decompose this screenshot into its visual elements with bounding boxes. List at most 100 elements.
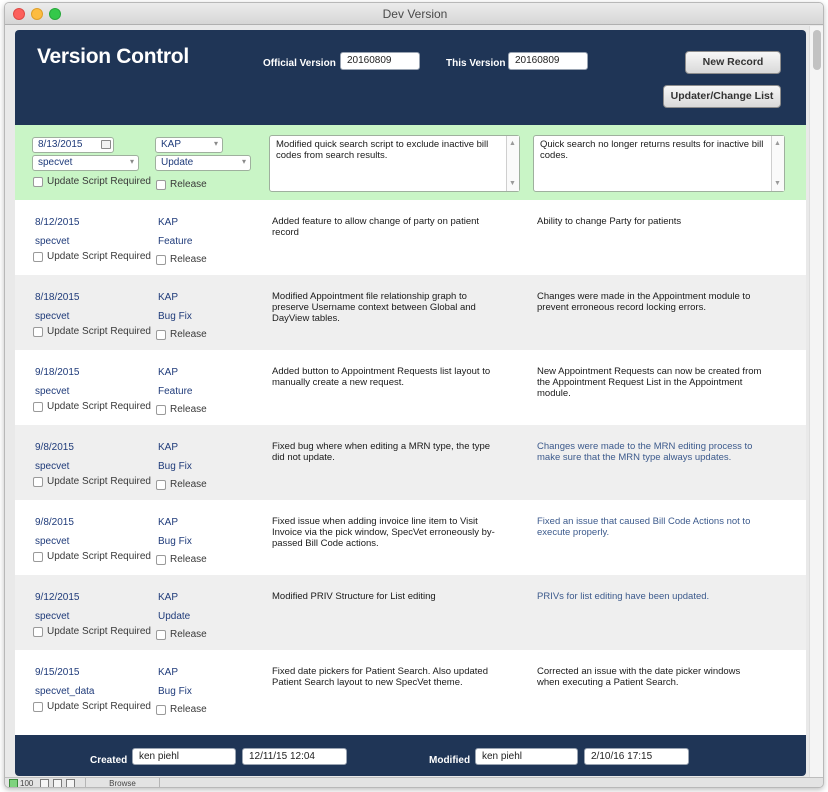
release-checkbox[interactable]: Release — [156, 329, 207, 340]
release-checkbox[interactable]: Release — [156, 179, 207, 190]
zoom-level[interactable]: 100 — [20, 779, 33, 787]
release-checkbox[interactable]: Release — [156, 404, 207, 415]
record-date[interactable]: 8/12/2015 — [35, 217, 80, 228]
record-row[interactable]: 8/18/2015 KAP specvet Bug Fix Update Scr… — [15, 275, 806, 350]
checkbox-icon[interactable] — [156, 479, 166, 490]
release-checkbox[interactable]: Release — [156, 554, 207, 565]
window-scrollbar[interactable] — [809, 26, 823, 778]
record-initials[interactable]: KAP — [158, 367, 178, 378]
update-script-checkbox[interactable]: Update Script Required — [33, 326, 151, 337]
record-initials[interactable]: KAP — [158, 442, 178, 453]
calendar-icon[interactable] — [101, 140, 111, 149]
record-release-note[interactable]: PRIVs for list editing have been updated… — [537, 591, 765, 602]
record-release-note[interactable]: New Appointment Requests can now be crea… — [537, 366, 765, 399]
update-script-checkbox[interactable]: Update Script Required — [33, 251, 151, 262]
checkbox-icon[interactable] — [33, 551, 43, 562]
release-note-textarea[interactable]: Quick search no longer returns results f… — [533, 135, 785, 192]
modified-at-field[interactable]: 2/10/16 17:15 — [584, 748, 689, 765]
type-select[interactable]: Update ▾ — [155, 155, 251, 171]
formatting-bar-icon[interactable] — [66, 779, 75, 787]
record-date[interactable]: 9/12/2015 — [35, 592, 80, 603]
checkbox-icon[interactable] — [156, 554, 166, 565]
checkbox-icon[interactable] — [33, 176, 43, 187]
release-checkbox[interactable]: Release — [156, 704, 207, 715]
record-type[interactable]: Bug Fix — [158, 536, 192, 547]
record-type[interactable]: Bug Fix — [158, 311, 192, 322]
lock-icon[interactable] — [9, 779, 18, 787]
this-version-field[interactable]: 20160809 — [508, 52, 588, 70]
record-type[interactable]: Feature — [158, 236, 192, 247]
record-type[interactable]: Bug Fix — [158, 686, 192, 697]
record-type[interactable]: Feature — [158, 386, 192, 397]
release-checkbox[interactable]: Release — [156, 629, 207, 640]
checkbox-icon[interactable] — [156, 629, 166, 640]
zoom-menu-icon[interactable] — [40, 779, 49, 787]
checkbox-icon[interactable] — [156, 404, 166, 415]
record-date[interactable]: 8/18/2015 — [35, 292, 80, 303]
record-row[interactable]: 9/8/2015 KAP specvet Bug Fix Update Scri… — [15, 500, 806, 575]
record-date[interactable]: 9/8/2015 — [35, 517, 74, 528]
record-description[interactable]: Added button to Appointment Requests lis… — [272, 366, 500, 388]
record-date[interactable]: 9/18/2015 — [35, 367, 80, 378]
release-checkbox[interactable]: Release — [156, 254, 207, 265]
record-initials[interactable]: KAP — [158, 292, 178, 303]
record-description[interactable]: Fixed date pickers for Patient Search. A… — [272, 666, 500, 688]
record-date[interactable]: 9/8/2015 — [35, 442, 74, 453]
record-description[interactable]: Modified PRIV Structure for List editing — [272, 591, 500, 602]
checkbox-icon[interactable] — [33, 251, 43, 262]
record-initials[interactable]: KAP — [158, 667, 178, 678]
release-checkbox[interactable]: Release — [156, 479, 207, 490]
scroll-down-icon[interactable]: ▼ — [774, 178, 781, 189]
update-script-checkbox[interactable]: Update Script Required — [33, 401, 151, 412]
record-user[interactable]: specvet — [35, 386, 69, 397]
created-at-field[interactable]: 12/11/15 12:04 — [242, 748, 347, 765]
record-user[interactable]: specvet_data — [35, 686, 95, 697]
record-description[interactable]: Added feature to allow change of party o… — [272, 216, 500, 238]
textarea-scrollbar[interactable]: ▲ ▼ — [771, 136, 784, 191]
active-record-row[interactable]: 8/13/2015 KAP ▾ specvet ▾ Update ▾ Updat… — [15, 125, 806, 200]
update-script-checkbox[interactable]: Update Script Required — [33, 176, 151, 187]
record-release-note[interactable]: Fixed an issue that caused Bill Code Act… — [537, 516, 765, 538]
record-user[interactable]: specvet — [35, 236, 69, 247]
user-select[interactable]: specvet ▾ — [32, 155, 139, 171]
mode-indicator[interactable]: Browse — [85, 778, 160, 787]
official-version-field[interactable]: 20160809 — [340, 52, 420, 70]
scroll-up-icon[interactable]: ▲ — [774, 138, 781, 149]
record-row[interactable]: 9/18/2015 KAP specvet Feature Update Scr… — [15, 350, 806, 425]
record-release-note[interactable]: Corrected an issue with the date picker … — [537, 666, 765, 688]
update-script-checkbox[interactable]: Update Script Required — [33, 701, 151, 712]
record-date[interactable]: 9/15/2015 — [35, 667, 80, 678]
record-user[interactable]: specvet — [35, 536, 69, 547]
record-type[interactable]: Update — [158, 611, 190, 622]
change-list-button[interactable]: Updater/Change List — [663, 85, 781, 108]
date-field[interactable]: 8/13/2015 — [32, 137, 114, 153]
record-row[interactable]: 8/12/2015 KAP specvet Feature Update Scr… — [15, 200, 806, 275]
record-row[interactable]: 9/12/2015 KAP specvet Update Update Scri… — [15, 575, 806, 650]
created-by-field[interactable]: ken piehl — [132, 748, 236, 765]
record-description[interactable]: Fixed issue when adding invoice line ite… — [272, 516, 500, 549]
toolbar-toggle-icon[interactable] — [53, 779, 62, 787]
record-user[interactable]: specvet — [35, 461, 69, 472]
record-initials[interactable]: KAP — [158, 517, 178, 528]
initials-select[interactable]: KAP ▾ — [155, 137, 223, 153]
textarea-scrollbar[interactable]: ▲ ▼ — [506, 136, 519, 191]
checkbox-icon[interactable] — [33, 701, 43, 712]
scrollbar-thumb[interactable] — [813, 30, 821, 70]
record-row[interactable]: 9/15/2015 KAP specvet_data Bug Fix Updat… — [15, 650, 806, 725]
checkbox-icon[interactable] — [156, 704, 166, 715]
update-script-checkbox[interactable]: Update Script Required — [33, 551, 151, 562]
record-type[interactable]: Bug Fix — [158, 461, 192, 472]
record-release-note[interactable]: Changes were made to the MRN editing pro… — [537, 441, 765, 463]
record-initials[interactable]: KAP — [158, 592, 178, 603]
record-initials[interactable]: KAP — [158, 217, 178, 228]
scroll-up-icon[interactable]: ▲ — [509, 138, 516, 149]
description-textarea[interactable]: Modified quick search script to exclude … — [269, 135, 520, 192]
checkbox-icon[interactable] — [33, 326, 43, 337]
checkbox-icon[interactable] — [156, 179, 166, 190]
record-description[interactable]: Modified Appointment file relationship g… — [272, 291, 500, 324]
checkbox-icon[interactable] — [33, 401, 43, 412]
record-row[interactable]: 9/8/2015 KAP specvet Bug Fix Update Scri… — [15, 425, 806, 500]
update-script-checkbox[interactable]: Update Script Required — [33, 476, 151, 487]
modified-by-field[interactable]: ken piehl — [475, 748, 578, 765]
checkbox-icon[interactable] — [33, 476, 43, 487]
